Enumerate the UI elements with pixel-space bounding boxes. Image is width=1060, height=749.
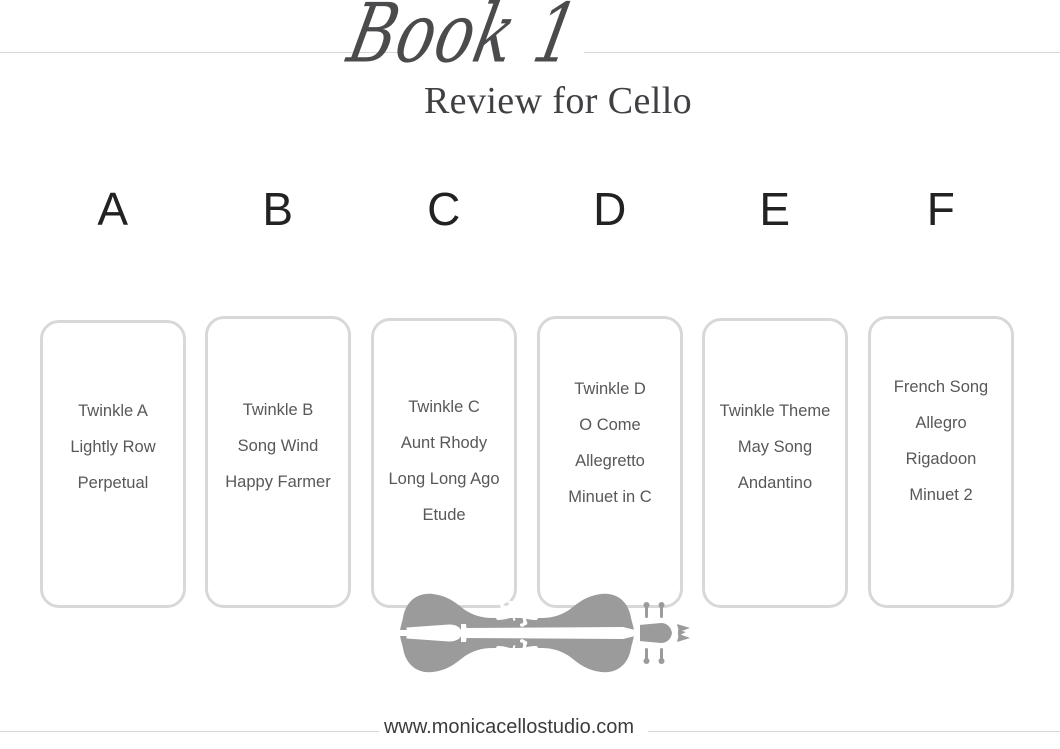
card-a[interactable]: Twinkle A Lightly Row Perpetual bbox=[40, 320, 186, 608]
card-f-list: French Song Allegro Rigadoon Minuet 2 bbox=[863, 369, 1019, 513]
list-item: Lightly Row bbox=[70, 438, 156, 456]
card-c-list: Twinkle C Aunt Rhody Long Long Ago Etude bbox=[366, 389, 522, 533]
column-letter-f: F bbox=[926, 183, 956, 235]
card-b[interactable]: Twinkle B Song Wind Happy Farmer bbox=[205, 316, 351, 608]
column-letter-a: A bbox=[97, 183, 129, 235]
column-a: A Twinkle A Lightly Row Perpetual bbox=[40, 186, 186, 608]
card-d[interactable]: Twinkle D O Come Allegretto Minuet in C bbox=[537, 316, 683, 608]
column-letter-c: C bbox=[427, 183, 461, 235]
column-letter-d: D bbox=[593, 183, 627, 235]
site-url: www.monicacellostudio.com bbox=[383, 716, 635, 738]
column-letter-e: E bbox=[759, 183, 791, 235]
column-c: C Twinkle C Aunt Rhody Long Long Ago Etu… bbox=[371, 186, 517, 608]
list-item: Minuet in C bbox=[568, 488, 652, 506]
list-item: Allegro bbox=[915, 414, 967, 432]
list-item: Long Long Ago bbox=[388, 470, 500, 488]
column-e: E Twinkle Theme May Song Andantino bbox=[702, 186, 848, 608]
column-f: F French Song Allegro Rigadoon Minuet 2 bbox=[868, 186, 1014, 608]
page-header: Book 1 Review for Cello bbox=[0, 0, 1060, 135]
review-columns: A Twinkle A Lightly Row Perpetual B Twin… bbox=[0, 186, 1060, 608]
cello-illustration bbox=[345, 578, 690, 688]
card-e-list: Twinkle Theme May Song Andantino bbox=[697, 393, 853, 501]
card-a-list: Twinkle A Lightly Row Perpetual bbox=[35, 393, 191, 501]
column-letter-b: B bbox=[262, 183, 294, 235]
list-item: Minuet 2 bbox=[909, 486, 973, 504]
list-item: Twinkle A bbox=[78, 402, 148, 420]
list-item: O Come bbox=[579, 416, 641, 434]
page-subtitle: Review for Cello bbox=[423, 80, 693, 122]
card-c[interactable]: Twinkle C Aunt Rhody Long Long Ago Etude bbox=[371, 318, 517, 608]
list-item: Twinkle Theme bbox=[719, 402, 831, 420]
page-title: Book 1 bbox=[0, 0, 992, 81]
column-b: B Twinkle B Song Wind Happy Farmer bbox=[205, 186, 351, 608]
list-item: French Song bbox=[893, 378, 989, 396]
list-item: Twinkle D bbox=[574, 380, 646, 398]
card-d-list: Twinkle D O Come Allegretto Minuet in C bbox=[532, 371, 688, 515]
list-item: Happy Farmer bbox=[225, 473, 331, 491]
column-d: D Twinkle D O Come Allegretto Minuet in … bbox=[537, 186, 683, 608]
list-item: Rigadoon bbox=[905, 450, 977, 468]
card-f[interactable]: French Song Allegro Rigadoon Minuet 2 bbox=[868, 316, 1014, 608]
list-item: Andantino bbox=[737, 474, 813, 492]
list-item: Perpetual bbox=[77, 474, 149, 492]
list-item: Song Wind bbox=[237, 437, 319, 455]
list-item: Twinkle C bbox=[408, 398, 480, 416]
cello-icon bbox=[389, 593, 690, 673]
page-title-text: Book 1 bbox=[340, 0, 587, 82]
list-item: Aunt Rhody bbox=[400, 434, 488, 452]
title-block: Book 1 Review for Cello bbox=[0, 0, 1060, 135]
list-item: May Song bbox=[737, 438, 813, 456]
page-footer: www.monicacellostudio.com bbox=[0, 700, 1060, 749]
list-item: Twinkle B bbox=[242, 401, 314, 419]
card-b-list: Twinkle B Song Wind Happy Farmer bbox=[200, 392, 356, 500]
card-e[interactable]: Twinkle Theme May Song Andantino bbox=[702, 318, 848, 608]
list-item: Allegretto bbox=[575, 452, 645, 470]
list-item: Etude bbox=[422, 506, 466, 524]
